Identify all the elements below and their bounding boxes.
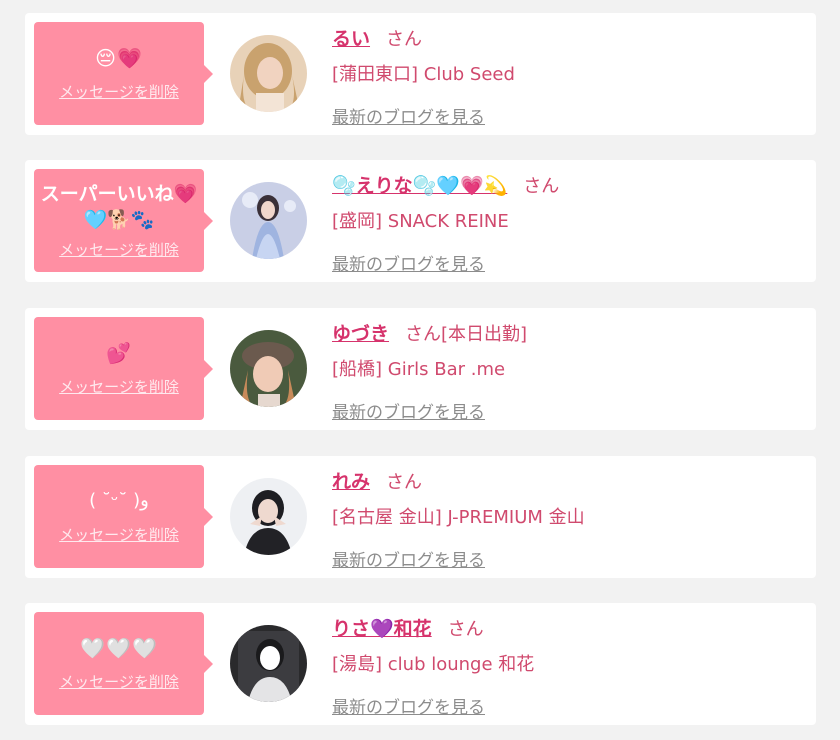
list-item: 💕 メッセージを削除 ゆづき さん [本日出勤] [船橋] Girls Bar … <box>25 308 816 430</box>
message-bubble: 🤍🤍🤍 メッセージを削除 <box>34 612 213 715</box>
list-item: 😔💗 メッセージを削除 るい さん [蒲田東口] Club Seed 最新のブロ… <box>25 13 816 135</box>
view-blog-link[interactable]: 最新のブログを見る <box>332 250 485 275</box>
user-name-link[interactable]: 🫧えりな🫧🩵💗💫 <box>332 171 507 198</box>
user-name-link[interactable]: るい <box>332 24 370 51</box>
avatar[interactable] <box>230 330 307 407</box>
message-bubble: 😔💗 メッセージを削除 <box>34 22 213 125</box>
view-blog-link[interactable]: 最新のブログを見る <box>332 693 485 718</box>
honorific: さん <box>523 176 560 197</box>
message-bubble: 💕 メッセージを削除 <box>34 317 213 420</box>
user-name-link[interactable]: れみ <box>332 467 370 494</box>
message-bubble: ( ˘ᵕ˘ )و メッセージを削除 <box>34 465 213 568</box>
message-text: 😔💗 <box>95 46 143 70</box>
message-text: ( ˘ᵕ˘ )و <box>89 490 149 511</box>
list-item: 🤍🤍🤍 メッセージを削除 りさ💜和花 さん [湯島] club lounge 和… <box>25 603 816 725</box>
shop-name: [名古屋 金山] J-PREMIUM 金山 <box>332 507 585 528</box>
shop-name: [湯島] club lounge 和花 <box>332 654 535 675</box>
delete-message-link[interactable]: メッセージを削除 <box>59 376 179 397</box>
list-item: スーパーいいね💗🩵🐕🐾 メッセージを削除 🫧えりな🫧🩵💗💫 さん [盛岡] SN… <box>25 160 816 282</box>
delete-message-link[interactable]: メッセージを削除 <box>59 81 179 102</box>
avatar[interactable] <box>230 182 307 259</box>
list-item: ( ˘ᵕ˘ )و メッセージを削除 れみ さん [名古屋 金山] J-PREMI… <box>25 456 816 578</box>
user-name-link[interactable]: ゆづき <box>332 319 389 346</box>
shop-name: [盛岡] SNACK REINE <box>332 211 509 232</box>
message-bubble: スーパーいいね💗🩵🐕🐾 メッセージを削除 <box>34 169 213 272</box>
view-blog-link[interactable]: 最新のブログを見る <box>332 103 485 128</box>
honorific: さん <box>447 619 484 640</box>
view-blog-link[interactable]: 最新のブログを見る <box>332 398 485 423</box>
avatar[interactable] <box>230 478 307 555</box>
shop-name: [船橋] Girls Bar .me <box>332 359 506 380</box>
message-list: 😔💗 メッセージを削除 るい さん [蒲田東口] Club Seed 最新のブロ… <box>0 0 840 740</box>
honorific: さん <box>405 324 442 345</box>
status-tag: [本日出勤] <box>441 324 528 345</box>
view-blog-link[interactable]: 最新のブログを見る <box>332 546 485 571</box>
delete-message-link[interactable]: メッセージを削除 <box>59 524 179 545</box>
message-text: 💕 <box>106 341 132 365</box>
message-text: スーパーいいね💗🩵🐕🐾 <box>40 183 198 231</box>
honorific: さん <box>386 472 423 493</box>
avatar[interactable] <box>230 625 307 702</box>
message-text: 🤍🤍🤍 <box>80 636 158 660</box>
delete-message-link[interactable]: メッセージを削除 <box>59 671 179 692</box>
shop-name: [蒲田東口] Club Seed <box>332 64 515 85</box>
delete-message-link[interactable]: メッセージを削除 <box>59 239 179 260</box>
honorific: さん <box>386 29 423 50</box>
user-name-link[interactable]: りさ💜和花 <box>332 614 432 641</box>
avatar[interactable] <box>230 35 307 112</box>
